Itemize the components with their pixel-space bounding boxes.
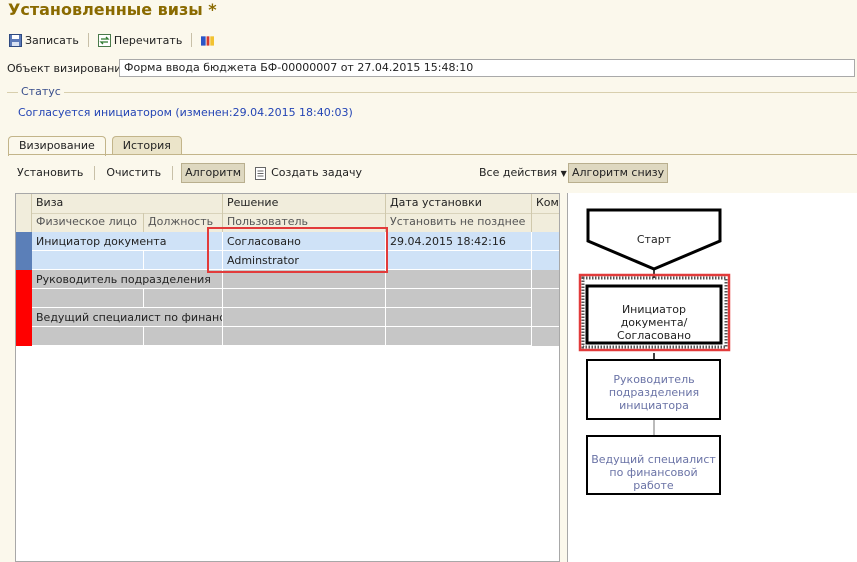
cell-decision [223,308,386,327]
start-node-label: Старт [636,233,672,246]
task-icon [255,166,267,180]
cell-person [32,251,144,270]
tab-approval[interactable]: Визирование [8,136,106,156]
command-divider [94,166,96,180]
clear-button[interactable]: Очистить [103,163,164,183]
save-label: Записать [25,33,79,47]
cell-person [32,289,144,308]
cell-deadline [386,327,532,346]
cell-date [386,308,532,327]
cell-user [223,289,386,308]
reread-button[interactable]: Перечитать [95,31,185,49]
header-comment[interactable]: Комм [532,194,559,213]
node-finance-specialist-label: Ведущий специалист по финансовой работе [591,453,716,492]
cell-deadline [386,251,532,270]
toolbar: Записать Перечитать [6,31,217,49]
header-deadline[interactable]: Установить не позднее [386,213,532,232]
all-actions-menu[interactable]: Все действия ▼ [479,163,567,183]
tab-bar: Визирование История [8,136,188,156]
chevron-down-icon: ▼ [560,169,567,178]
cell-position [144,289,223,308]
header-visa[interactable]: Виза [32,194,223,213]
tab-divider [8,154,857,155]
object-field[interactable]: Форма ввода бюджета БФ-00000007 от 27.04… [119,59,855,77]
cell-comment [532,270,559,289]
header-person[interactable]: Физическое лицо [32,213,144,232]
tab-history[interactable]: История [111,136,182,155]
document-structure-button[interactable] [198,31,217,49]
command-divider [172,166,174,180]
status-title: Статус [18,85,64,98]
row-marker [16,308,32,346]
document-structure-icon [201,35,215,46]
algorithm-button[interactable]: Алгоритм [181,163,246,183]
cell-comment [532,308,559,327]
object-label: Объект визирования: [7,62,132,75]
window-title: Установленные визы * [8,0,217,19]
cell-visa: Ведущий специалист по финансо... [32,308,223,327]
floppy-disk-icon [9,33,22,47]
all-actions-label: Все действия [479,166,558,179]
cell-date [386,270,532,289]
decision-highlight [207,227,388,273]
save-button[interactable]: Записать [6,31,82,49]
command-bar: Установить Очистить Алгоритм Создать зад… [14,163,365,183]
status-link[interactable]: Согласуется инициатором (изменен:29.04.2… [18,106,353,119]
algorithm-below-button[interactable]: Алгоритм снизу [568,163,669,183]
toolbar-divider [87,33,89,47]
header-date-set[interactable]: Дата установки [386,194,532,213]
cell-position [144,327,223,346]
node-department-head-label: Руководитель подразделения инициатора [608,373,700,412]
reread-label: Перечитать [113,33,183,47]
table-row[interactable]: Ведущий специалист по финансо... [16,308,559,347]
cell-user [223,327,386,346]
row-marker [16,232,32,270]
cell-date: 29.04.2015 18:42:16 [386,232,532,251]
table-row[interactable]: Руководитель подразделения [16,270,559,309]
header-decision[interactable]: Решение [223,194,386,213]
toolbar-divider [191,33,193,47]
create-task-button[interactable]: Создать задачу [251,163,365,183]
cell-comment [532,232,559,251]
node-initiator-label: Инициатор документа/Согласовано [617,303,691,342]
create-task-label: Создать задачу [271,166,363,179]
cell-visa: Руководитель подразделения [32,270,223,289]
cell-person [32,327,144,346]
algorithm-diagram: Старт Инициатор документа/Согласовано Ру… [567,193,857,562]
cell-deadline [386,289,532,308]
refresh-icon [97,33,111,47]
row-marker [16,270,32,308]
cell-visa: Инициатор документа [32,232,223,251]
set-button[interactable]: Установить [14,163,86,183]
header-marker-column [16,194,32,232]
